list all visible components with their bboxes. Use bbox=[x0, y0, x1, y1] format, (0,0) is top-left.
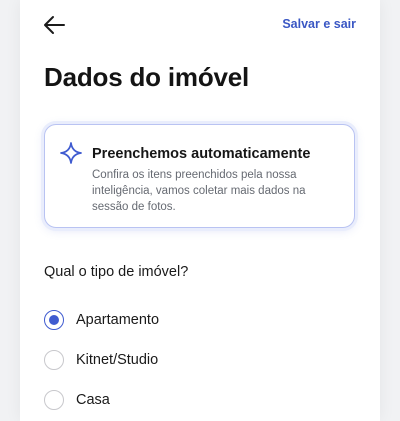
option-label: Casa bbox=[76, 392, 110, 408]
page-title: Dados do imóvel bbox=[44, 62, 250, 92]
form-card: Salvar e sair Dados do imóvel Preenchemo… bbox=[20, 0, 380, 421]
back-button[interactable] bbox=[42, 10, 74, 40]
property-type-radio-group: Apartamento Kitnet/Studio Casa bbox=[44, 300, 344, 420]
arrow-left-icon bbox=[44, 16, 65, 34]
option-casa[interactable]: Casa bbox=[44, 380, 344, 420]
radio-button-checked[interactable] bbox=[44, 310, 64, 330]
radio-button[interactable] bbox=[44, 350, 64, 370]
option-apartamento[interactable]: Apartamento bbox=[44, 300, 344, 340]
save-and-exit-link[interactable]: Salvar e sair bbox=[282, 17, 356, 31]
autofill-info-box: Preenchemos automaticamente Confira os i… bbox=[44, 124, 355, 228]
sparkle-icon bbox=[60, 142, 82, 164]
radio-dot bbox=[49, 315, 59, 325]
option-kitnet-studio[interactable]: Kitnet/Studio bbox=[44, 340, 344, 380]
property-type-question: Qual o tipo de imóvel? bbox=[44, 264, 189, 280]
option-label: Apartamento bbox=[76, 312, 160, 328]
top-bar: Salvar e sair bbox=[44, 10, 356, 40]
info-title: Preenchemos automaticamente bbox=[92, 146, 311, 162]
info-description: Confira os itens preenchidos pela nossa … bbox=[92, 169, 306, 213]
option-label: Kitnet/Studio bbox=[76, 352, 159, 368]
radio-button[interactable] bbox=[44, 390, 64, 410]
